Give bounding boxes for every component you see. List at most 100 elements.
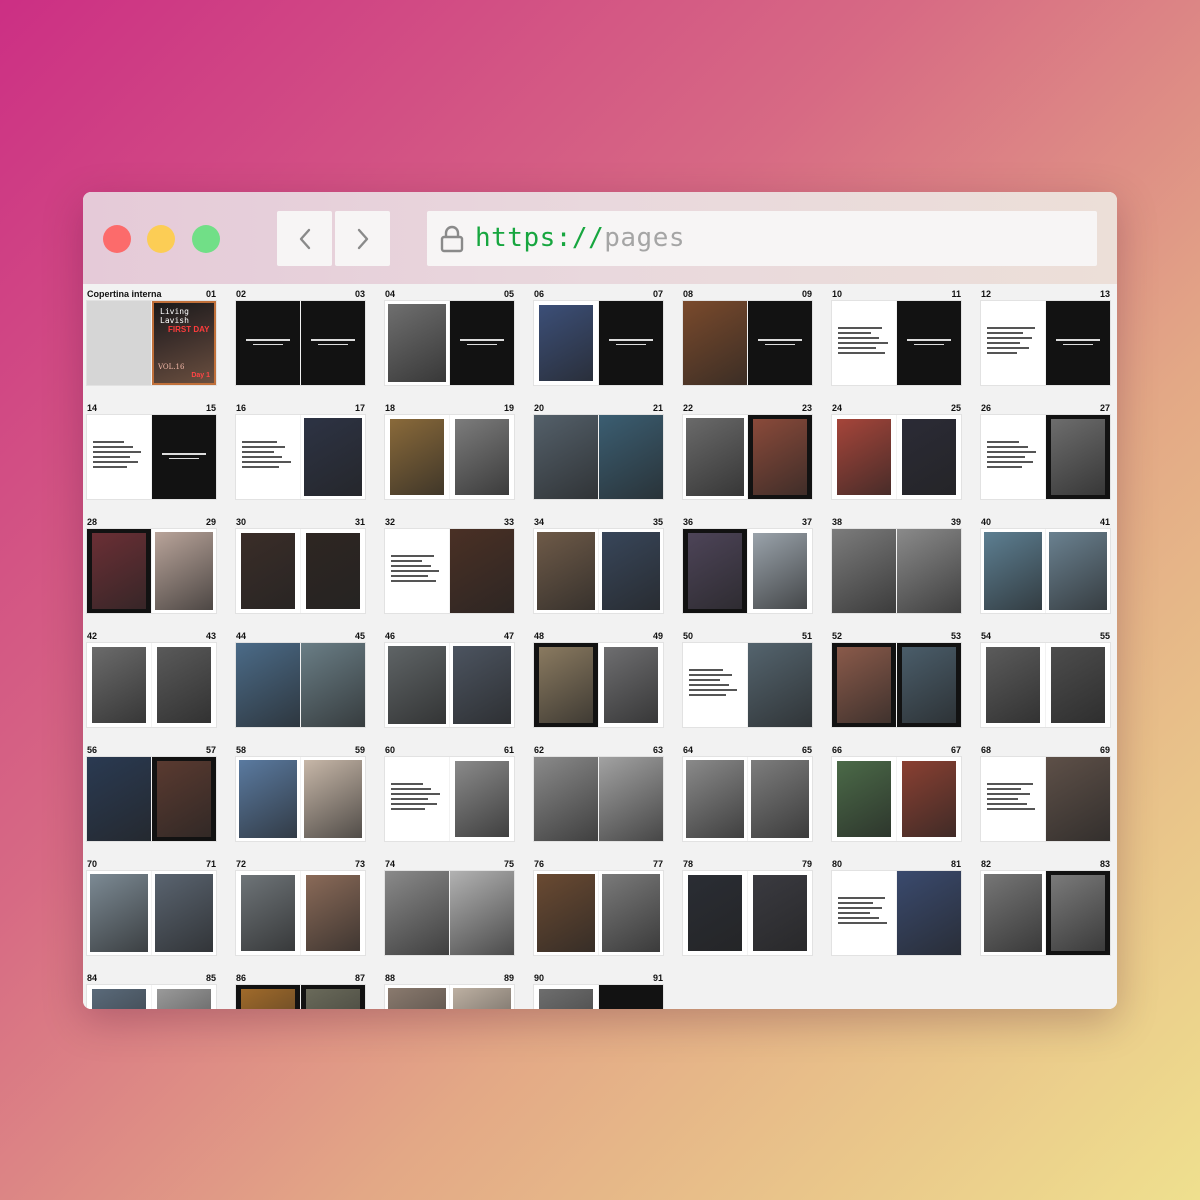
photo-placeholder: [1051, 647, 1105, 723]
left-page: [683, 871, 747, 955]
photo-placeholder: [534, 757, 598, 841]
right-page-number: 09: [801, 289, 812, 299]
page-spread[interactable]: 12 13: [981, 289, 1110, 385]
page-spread[interactable]: 32 33: [385, 517, 514, 613]
page-spread[interactable]: 14 15: [87, 403, 216, 499]
text-lines: [838, 897, 888, 927]
left-page: [385, 871, 449, 955]
left-page: [534, 871, 598, 955]
right-page-number: 61: [503, 745, 514, 755]
page-spread[interactable]: 68 69: [981, 745, 1110, 841]
page-spread[interactable]: 46 47: [385, 631, 514, 727]
close-window-button[interactable]: [103, 225, 131, 253]
page-spread[interactable]: 28 29: [87, 517, 216, 613]
page-spread[interactable]: 08 09: [683, 289, 812, 385]
title-lines: [162, 453, 206, 462]
right-page-number: 75: [503, 859, 514, 869]
page-spread[interactable]: 66 67: [832, 745, 961, 841]
right-page: [748, 757, 812, 841]
page-spread[interactable]: 80 81: [832, 859, 961, 955]
left-page-number: 54: [981, 631, 992, 641]
page-spread[interactable]: 70 71: [87, 859, 216, 955]
left-page-number: 22: [683, 403, 694, 413]
left-page: [385, 301, 449, 385]
page-spread[interactable]: 74 75: [385, 859, 514, 955]
page-spread[interactable]: 06 07: [534, 289, 663, 385]
page-spread[interactable]: 40 41: [981, 517, 1110, 613]
page-spread[interactable]: 20 21: [534, 403, 663, 499]
maximize-window-button[interactable]: [192, 225, 220, 253]
page-spread[interactable]: 04 05: [385, 289, 514, 385]
left-page-number: 10: [832, 289, 843, 299]
page-spread[interactable]: 26 27: [981, 403, 1110, 499]
page-spread[interactable]: 52 53: [832, 631, 961, 727]
page-spread[interactable]: 84 85: [87, 973, 216, 1009]
page-spread[interactable]: 02 03: [236, 289, 365, 385]
spread-thumbnail: [832, 301, 961, 385]
photo-placeholder: [984, 532, 1042, 610]
photo-placeholder: [306, 875, 360, 951]
photo-placeholder: [157, 989, 211, 1009]
photo-placeholder: [837, 761, 891, 837]
right-page-number: 79: [801, 859, 812, 869]
left-page: [981, 757, 1045, 841]
minimize-window-button[interactable]: [147, 225, 175, 253]
spread-thumbnail: [534, 643, 663, 727]
page-spread[interactable]: 90 91: [534, 973, 663, 1009]
cover-spread[interactable]: Copertina interna 01 Living Lavish FIRST…: [87, 289, 216, 385]
page-spread[interactable]: 86 87: [236, 973, 365, 1009]
left-page: [683, 415, 747, 499]
page-spread[interactable]: 48 49: [534, 631, 663, 727]
page-spread[interactable]: 62 63: [534, 745, 663, 841]
right-page-number: 33: [503, 517, 514, 527]
photo-placeholder: [385, 871, 449, 955]
text-lines: [987, 327, 1037, 357]
page-spread[interactable]: 42 43: [87, 631, 216, 727]
page-spread[interactable]: 30 31: [236, 517, 365, 613]
page-spread[interactable]: 64 65: [683, 745, 812, 841]
left-page: [534, 757, 598, 841]
page-spread[interactable]: 50 51: [683, 631, 812, 727]
forward-button[interactable]: [335, 211, 390, 266]
address-bar[interactable]: https://pages: [427, 211, 1097, 266]
cover-image: Living Lavish FIRST DAY VOL.16 Day 1: [152, 301, 216, 385]
page-spread[interactable]: 10 11: [832, 289, 961, 385]
spread-thumbnail: [981, 415, 1110, 499]
right-page: [599, 301, 663, 385]
page-spread[interactable]: 38 39: [832, 517, 961, 613]
page-spread[interactable]: 58 59: [236, 745, 365, 841]
page-spread[interactable]: 34 35: [534, 517, 663, 613]
left-page: [385, 985, 449, 1009]
page-spread[interactable]: 82 83: [981, 859, 1110, 955]
page-spread[interactable]: 24 25: [832, 403, 961, 499]
spread-thumbnail: [534, 415, 663, 499]
photo-placeholder: [304, 418, 362, 496]
page-spread[interactable]: 36 37: [683, 517, 812, 613]
photo-placeholder: [92, 989, 146, 1009]
page-spread[interactable]: 22 23: [683, 403, 812, 499]
right-page: [301, 301, 365, 385]
right-page-number: 85: [205, 973, 216, 983]
spread-thumbnail: [87, 415, 216, 499]
page-spread[interactable]: 44 45: [236, 631, 365, 727]
page-spread[interactable]: 88 89: [385, 973, 514, 1009]
page-spread[interactable]: 18 19: [385, 403, 514, 499]
photo-placeholder: [90, 874, 148, 952]
page-spread[interactable]: 72 73: [236, 859, 365, 955]
left-page-number: 26: [981, 403, 992, 413]
page-spread[interactable]: 16 17: [236, 403, 365, 499]
page-spread[interactable]: 56 57: [87, 745, 216, 841]
right-page-number: 35: [652, 517, 663, 527]
right-page-number: 17: [354, 403, 365, 413]
back-button[interactable]: [277, 211, 332, 266]
page-spread[interactable]: 60 61: [385, 745, 514, 841]
page-spread[interactable]: 76 77: [534, 859, 663, 955]
photo-placeholder: [157, 647, 211, 723]
photo-placeholder: [986, 647, 1040, 723]
url-text[interactable]: https://pages: [475, 223, 685, 253]
left-page: [236, 643, 300, 727]
left-page-number: 46: [385, 631, 396, 641]
page-spread[interactable]: 78 79: [683, 859, 812, 955]
spread-thumbnail: [832, 529, 961, 613]
page-spread[interactable]: 54 55: [981, 631, 1110, 727]
